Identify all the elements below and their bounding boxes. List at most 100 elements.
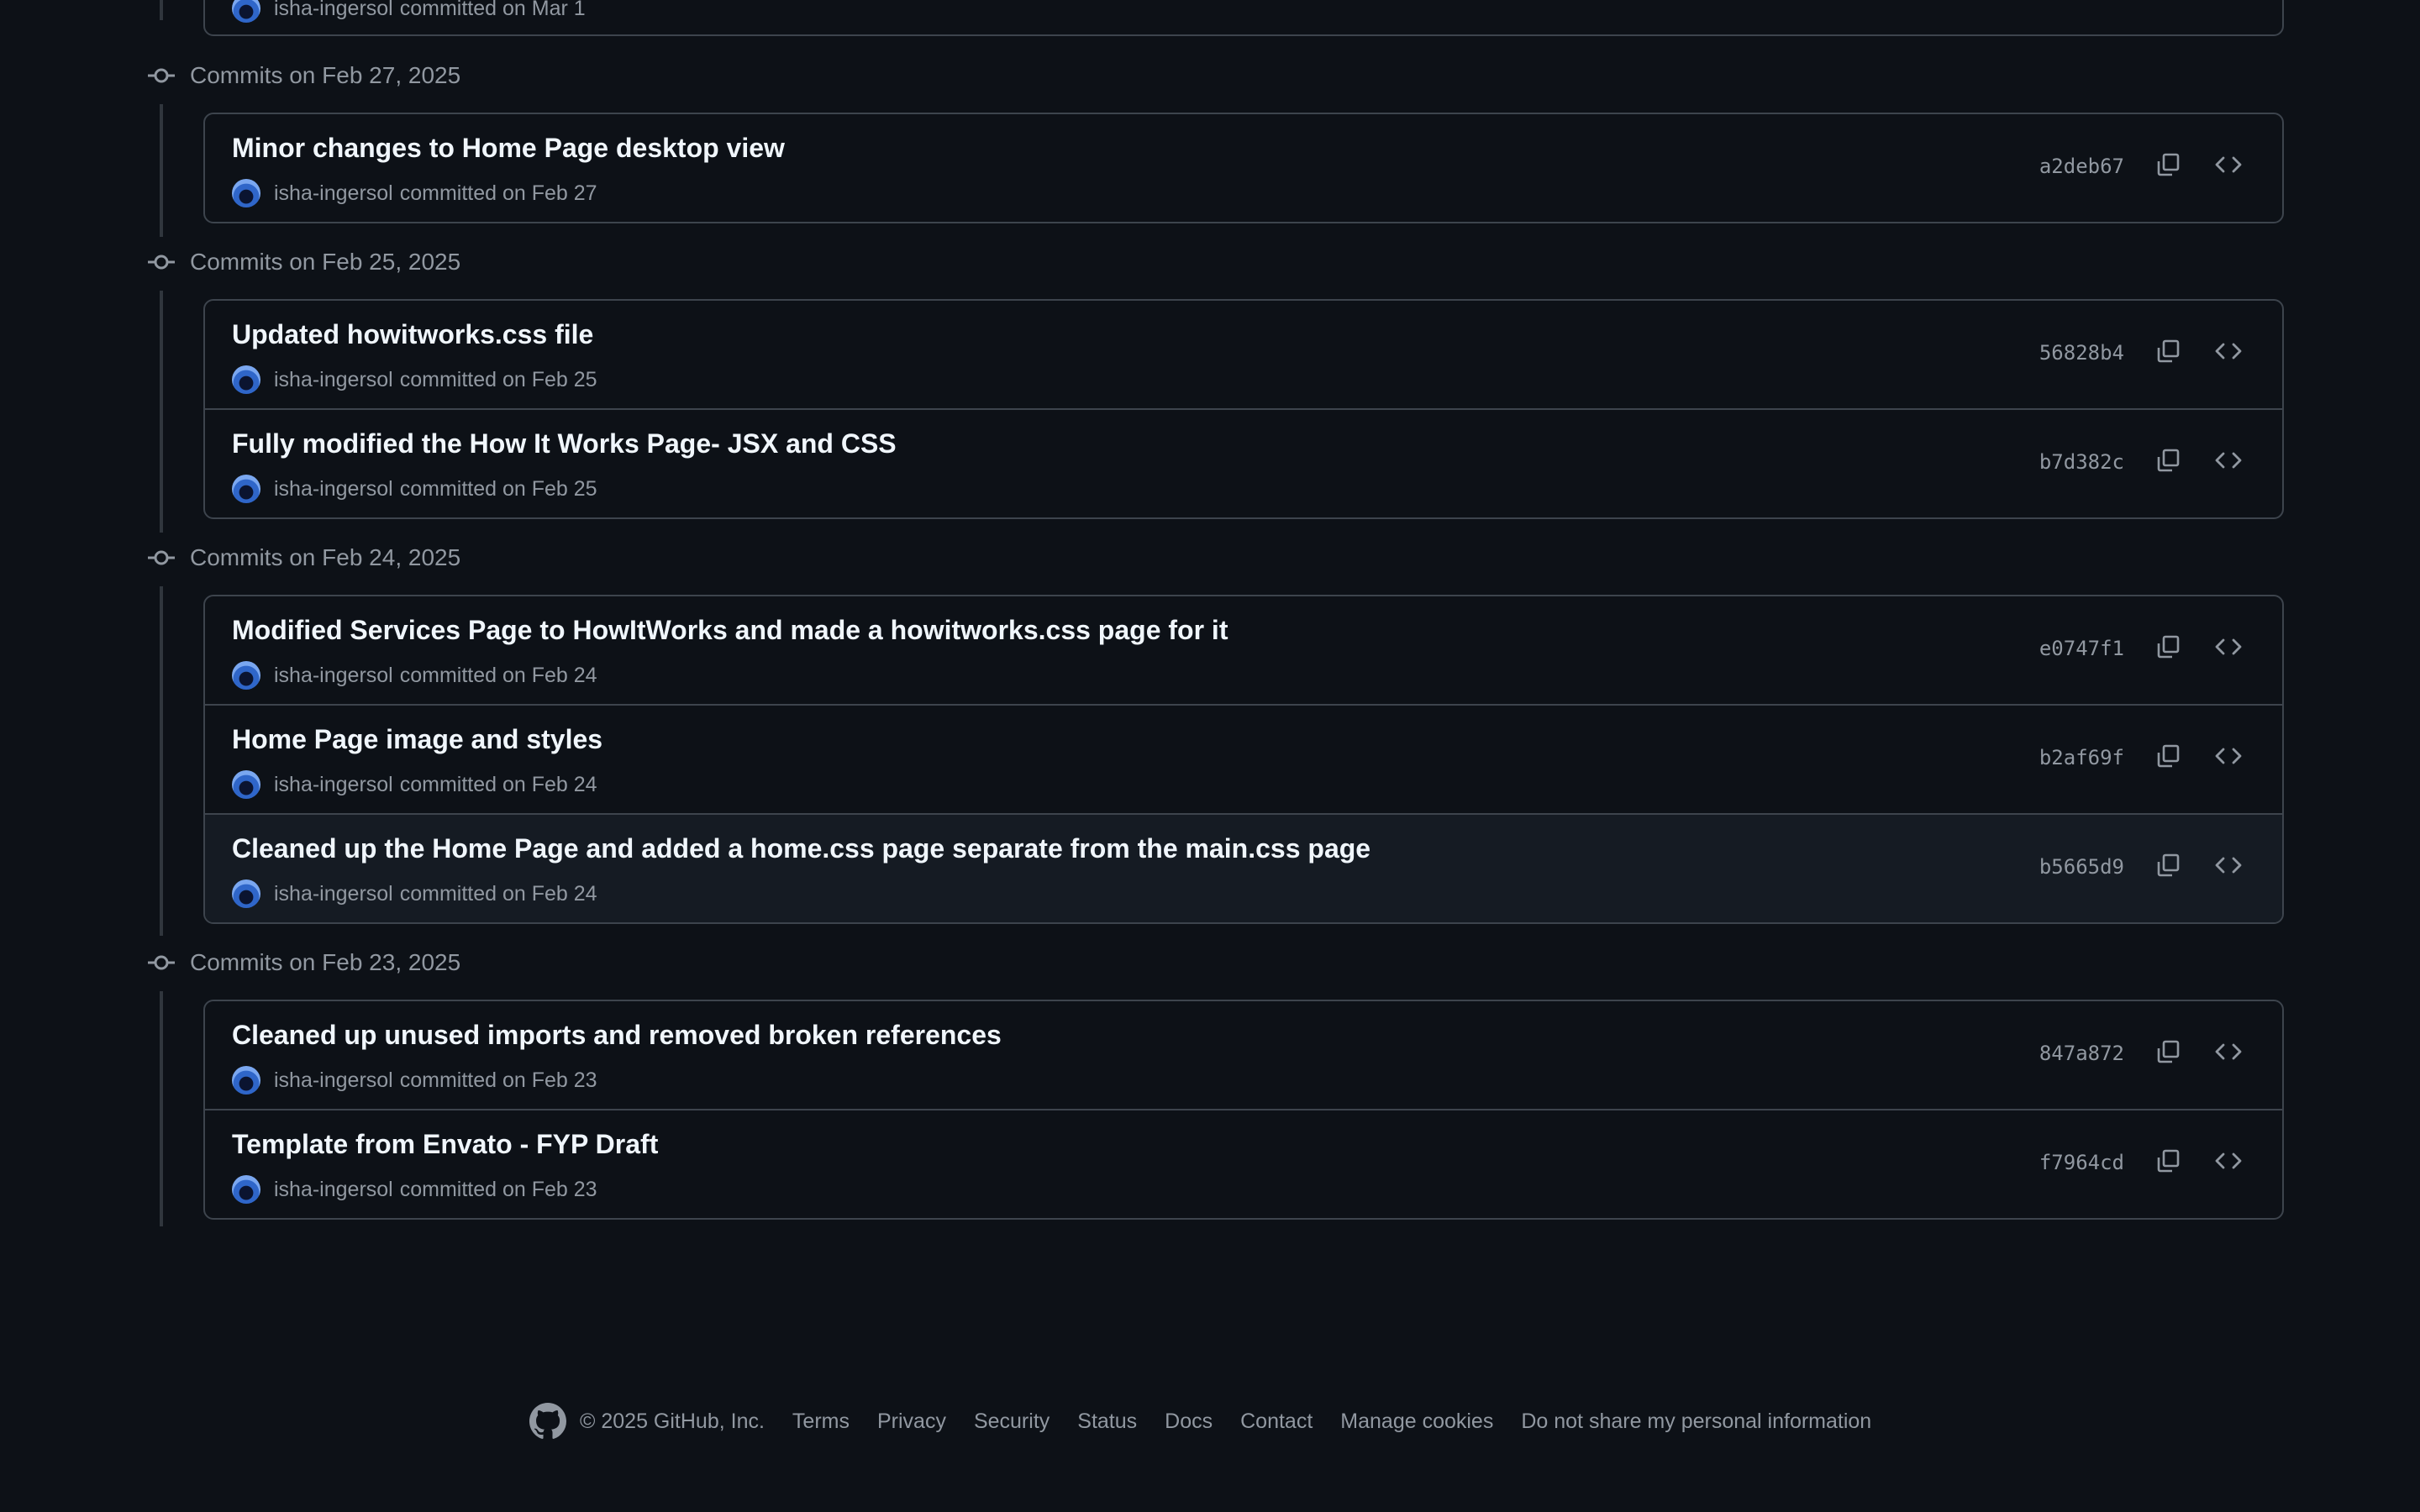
browse-repo-button[interactable]: [2212, 148, 2245, 181]
footer-link-status[interactable]: Status: [1077, 1410, 1137, 1434]
commit-row[interactable]: Updated howitworks.css file isha-ingerso…: [205, 301, 2282, 408]
commit-message-link[interactable]: Home Page image and styles: [232, 724, 602, 755]
code-icon: [2215, 1043, 2242, 1060]
copy-icon: [2157, 153, 2180, 176]
commit-author[interactable]: isha-ingersol: [274, 1068, 393, 1093]
commit-meta: isha-ingersol committed on Feb 24: [232, 660, 597, 690]
commit-list: Cleaned up unused imports and removed br…: [203, 1000, 2284, 1220]
footer-link-docs[interactable]: Docs: [1165, 1410, 1213, 1434]
commit-author[interactable]: isha-ingersol: [274, 773, 393, 797]
commit-row[interactable]: Template from Envato - FYP Draft isha-in…: [205, 1109, 2282, 1218]
commit-message-link[interactable]: Modified Services Page to HowItWorks and…: [232, 615, 1228, 646]
commit-author[interactable]: isha-ingersol: [274, 1178, 393, 1202]
commit-message-link[interactable]: Cleaned up unused imports and removed br…: [232, 1020, 1002, 1051]
browse-repo-button[interactable]: [2212, 1144, 2245, 1178]
browse-repo-button[interactable]: [2212, 848, 2245, 882]
commit-group-header: Commits on Feb 23, 2025: [148, 946, 460, 979]
avatar[interactable]: [232, 0, 260, 23]
commit-group-header: Commits on Feb 25, 2025: [148, 245, 460, 279]
git-commit-icon: [148, 62, 175, 89]
commit-author[interactable]: isha-ingersol: [274, 368, 393, 392]
commit-date: committed on Feb 27: [399, 181, 597, 205]
browse-repo-button[interactable]: [2212, 334, 2245, 368]
footer-link-privacy[interactable]: Privacy: [877, 1410, 946, 1434]
commit-row[interactable]: Fully modified the How It Works Page- JS…: [205, 408, 2282, 517]
commit-list: Minor changes to Home Page desktop view …: [203, 113, 2284, 223]
commit-author[interactable]: isha-ingersol: [274, 882, 393, 906]
commit-meta: isha-ingersol committed on Mar 1: [232, 0, 586, 24]
commit-message-link[interactable]: Cleaned up the Home Page and added a hom…: [232, 833, 1370, 864]
commit-meta: isha-ingersol committed on Feb 25: [232, 474, 597, 504]
commit-author[interactable]: isha-ingersol: [274, 181, 393, 206]
browse-repo-button[interactable]: [2212, 1035, 2245, 1068]
code-icon: [2215, 452, 2242, 469]
github-logo-icon[interactable]: [529, 1403, 566, 1440]
footer-copyright: © 2025 GitHub, Inc.: [580, 1409, 765, 1433]
commit-sha-link[interactable]: a2deb67: [2039, 155, 2124, 178]
commit-row[interactable]: Modified Services Page to HowItWorks and…: [205, 596, 2282, 704]
commit-date: committed on Feb 24: [399, 663, 597, 687]
commit-message-link[interactable]: Fully modified the How It Works Page- JS…: [232, 428, 897, 459]
commit-author[interactable]: isha-ingersol: [274, 477, 393, 501]
commit-message-link[interactable]: Minor changes to Home Page desktop view: [232, 133, 785, 164]
browse-repo-button[interactable]: [2212, 630, 2245, 664]
footer-link-terms[interactable]: Terms: [792, 1410, 850, 1434]
commit-group-title: Commits on Feb 24, 2025: [190, 544, 461, 570]
avatar[interactable]: [232, 1175, 260, 1204]
avatar[interactable]: [232, 365, 260, 394]
commit-list: Modified Services Page to HowItWorks and…: [203, 595, 2284, 924]
commit-meta: isha-ingersol committed on Feb 24: [232, 769, 597, 800]
git-commit-icon: [148, 949, 175, 976]
copy-sha-button[interactable]: [2151, 1144, 2185, 1178]
commit-group-header: Commits on Feb 27, 2025: [148, 59, 460, 92]
commit-date: committed on Feb 23: [399, 1177, 597, 1201]
commit-sha-link[interactable]: e0747f1: [2039, 637, 2124, 660]
commit-date: committed on Feb 23: [399, 1068, 597, 1092]
browse-repo-button[interactable]: [2212, 739, 2245, 773]
copy-sha-button[interactable]: [2151, 1035, 2185, 1068]
commit-meta: isha-ingersol committed on Feb 24: [232, 879, 597, 909]
footer-link-do-not-share[interactable]: Do not share my personal information: [1521, 1410, 1871, 1434]
commit-author[interactable]: isha-ingersol: [274, 0, 393, 21]
commit-sha-link[interactable]: b5665d9: [2039, 855, 2124, 879]
commit-sha-link[interactable]: b2af69f: [2039, 746, 2124, 769]
commit-row[interactable]: isha-ingersol committed on Mar 1: [205, 0, 2282, 34]
copy-sha-button[interactable]: [2151, 630, 2185, 664]
commit-author[interactable]: isha-ingersol: [274, 664, 393, 688]
copy-icon: [2157, 635, 2180, 659]
commit-sha-link[interactable]: 56828b4: [2039, 341, 2124, 365]
commit-timeline: isha-ingersol committed on Mar 1 Commits…: [0, 0, 2420, 1512]
commit-sha-link[interactable]: b7d382c: [2039, 450, 2124, 474]
avatar[interactable]: [232, 879, 260, 908]
commit-row[interactable]: Cleaned up the Home Page and added a hom…: [205, 813, 2282, 922]
copy-sha-button[interactable]: [2151, 148, 2185, 181]
code-icon: [2215, 638, 2242, 655]
commit-sha-link[interactable]: f7964cd: [2039, 1151, 2124, 1174]
avatar[interactable]: [232, 661, 260, 690]
commit-sha-link[interactable]: 847a872: [2039, 1042, 2124, 1065]
copy-sha-button[interactable]: [2151, 739, 2185, 773]
commit-message-link[interactable]: Updated howitworks.css file: [232, 319, 593, 350]
copy-sha-button[interactable]: [2151, 848, 2185, 882]
commit-meta: isha-ingersol committed on Feb 25: [232, 365, 597, 395]
commit-group-header: Commits on Feb 24, 2025: [148, 541, 460, 575]
commit-message-link[interactable]: Template from Envato - FYP Draft: [232, 1129, 658, 1160]
footer-link-manage-cookies[interactable]: Manage cookies: [1340, 1410, 1493, 1434]
commit-row[interactable]: Home Page image and styles isha-ingersol…: [205, 704, 2282, 813]
commit-group-title: Commits on Feb 23, 2025: [190, 949, 461, 975]
avatar[interactable]: [232, 179, 260, 207]
avatar[interactable]: [232, 1066, 260, 1095]
footer-link-contact[interactable]: Contact: [1240, 1410, 1313, 1434]
copy-sha-button[interactable]: [2151, 334, 2185, 368]
copy-sha-button[interactable]: [2151, 444, 2185, 477]
avatar[interactable]: [232, 770, 260, 799]
commit-list-partial: isha-ingersol committed on Mar 1: [203, 0, 2284, 36]
git-commit-icon: [148, 544, 175, 571]
footer-link-security[interactable]: Security: [974, 1410, 1050, 1434]
avatar[interactable]: [232, 475, 260, 503]
commit-row[interactable]: Cleaned up unused imports and removed br…: [205, 1001, 2282, 1109]
browse-repo-button[interactable]: [2212, 444, 2245, 477]
site-footer: © 2025 GitHub, Inc. Terms Privacy Securi…: [529, 1401, 1899, 1441]
commit-row[interactable]: Minor changes to Home Page desktop view …: [205, 114, 2282, 222]
code-icon: [2215, 857, 2242, 874]
